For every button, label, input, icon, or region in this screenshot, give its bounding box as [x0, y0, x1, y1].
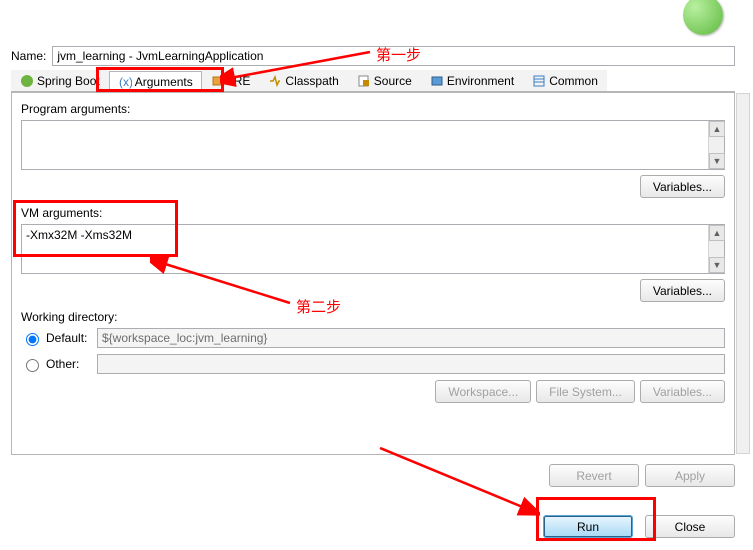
other-radio[interactable] — [26, 359, 39, 372]
tab-environment[interactable]: Environment — [421, 70, 523, 91]
other-text: Other: — [46, 357, 79, 371]
default-text: Default: — [46, 331, 87, 345]
env-icon — [430, 74, 444, 88]
dialog-buttons: Run Close — [543, 515, 735, 538]
tab-common[interactable]: Common — [523, 70, 607, 91]
tab-classpath[interactable]: Classpath — [259, 70, 347, 91]
name-label: Name: — [11, 49, 46, 63]
name-input[interactable] — [52, 46, 735, 66]
close-button[interactable]: Close — [645, 515, 735, 538]
program-args-input[interactable] — [22, 121, 708, 169]
vm-args-wrap: -Xmx32M -Xms32M ▲ ▼ — [21, 224, 725, 274]
filesystem-button[interactable]: File System... — [536, 380, 635, 403]
default-radio-label[interactable]: Default: — [21, 330, 89, 346]
tab-jre[interactable]: JRE — [202, 70, 260, 91]
source-icon — [357, 74, 371, 88]
scroll-up-icon[interactable]: ▲ — [709, 121, 725, 137]
leaf-icon — [20, 74, 34, 88]
scrollbar[interactable]: ▲ ▼ — [708, 121, 724, 169]
vm-args-input[interactable]: -Xmx32M -Xms32M — [22, 225, 708, 273]
arguments-panel: Program arguments: ▲ ▼ Variables... VM a… — [11, 92, 735, 455]
footer-buttons: Revert Apply — [549, 464, 735, 487]
default-radio[interactable] — [26, 333, 39, 346]
scroll-up-icon[interactable]: ▲ — [709, 225, 725, 241]
other-path-input — [97, 354, 725, 374]
tab-label: Source — [374, 74, 412, 88]
tab-spring-boot[interactable]: Spring Boot — [11, 70, 109, 91]
scrollbar[interactable]: ▲ ▼ — [708, 225, 724, 273]
tab-label: JRE — [228, 74, 251, 88]
default-path-input — [97, 328, 725, 348]
tab-bar: Spring Boot (x)= Arguments JRE Classpath… — [11, 70, 735, 92]
tab-label: Arguments — [135, 75, 193, 89]
tab-source[interactable]: Source — [348, 70, 421, 91]
name-row: Name: — [11, 46, 735, 66]
panel-scrollbar[interactable] — [736, 93, 750, 454]
args-icon: (x)= — [118, 75, 132, 89]
variables-button-2[interactable]: Variables... — [640, 279, 725, 302]
other-radio-label[interactable]: Other: — [21, 356, 89, 372]
tab-label: Spring Boot — [37, 74, 100, 88]
vm-args-label: VM arguments: — [21, 206, 725, 220]
apply-button[interactable]: Apply — [645, 464, 735, 487]
scroll-down-icon[interactable]: ▼ — [709, 257, 725, 273]
tab-label: Common — [549, 74, 598, 88]
revert-button[interactable]: Revert — [549, 464, 639, 487]
program-args-label: Program arguments: — [21, 102, 725, 116]
header-icon — [683, 0, 723, 35]
jre-icon — [211, 74, 225, 88]
workspace-button[interactable]: Workspace... — [435, 380, 531, 403]
variables-button-3[interactable]: Variables... — [640, 380, 725, 403]
scroll-down-icon[interactable]: ▼ — [709, 153, 725, 169]
program-args-wrap: ▲ ▼ — [21, 120, 725, 170]
tab-label: Classpath — [285, 74, 338, 88]
common-icon — [532, 74, 546, 88]
svg-text:(x)=: (x)= — [119, 75, 132, 89]
working-dir-label: Working directory: — [21, 310, 725, 324]
classpath-icon — [268, 74, 282, 88]
tab-label: Environment — [447, 74, 514, 88]
tab-arguments[interactable]: (x)= Arguments — [109, 71, 202, 92]
variables-button-1[interactable]: Variables... — [640, 175, 725, 198]
run-button[interactable]: Run — [543, 515, 633, 538]
